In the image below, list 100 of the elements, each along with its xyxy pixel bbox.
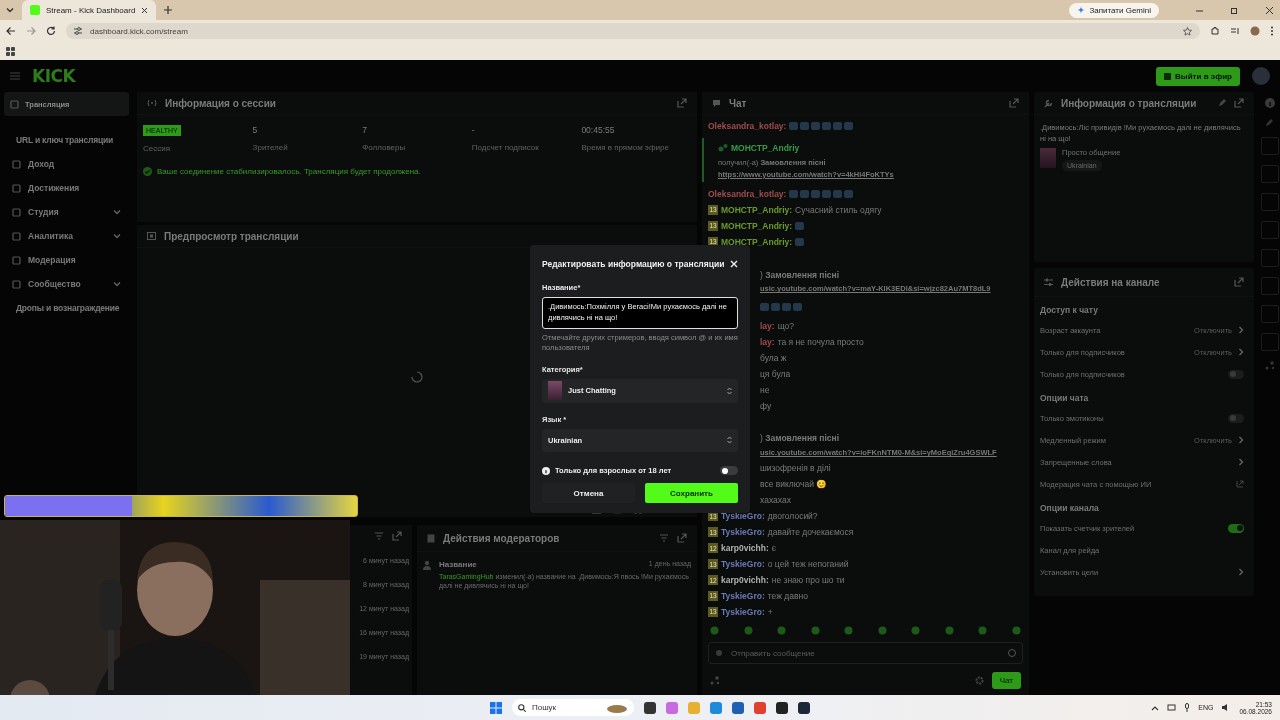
popout-icon[interactable] xyxy=(677,533,687,543)
chat-message: давайте дочекаємося xyxy=(767,527,854,538)
sliders-icon xyxy=(1044,277,1053,287)
emote-icon[interactable] xyxy=(810,626,820,635)
chevron-icon xyxy=(1238,348,1244,356)
popout-icon[interactable] xyxy=(1234,277,1244,287)
panel-title: Чат xyxy=(729,97,748,109)
emote-icon[interactable] xyxy=(1011,626,1021,635)
sidebar-item[interactable]: Доход xyxy=(4,152,129,176)
chat-username[interactable]: Oleksandra_kotlay: xyxy=(708,120,787,131)
close-icon[interactable] xyxy=(1265,5,1274,15)
filter-icon[interactable] xyxy=(659,533,669,543)
back-icon[interactable] xyxy=(6,26,16,36)
chevron-icon xyxy=(1238,326,1244,334)
chat-message: ) Замовлення пісні xyxy=(760,269,840,280)
star-icon[interactable] xyxy=(1183,26,1192,36)
cancel-button[interactable]: Отмена xyxy=(542,483,635,503)
toggle-switch[interactable] xyxy=(1228,523,1244,533)
stat-label: Зрителей xyxy=(252,143,289,152)
profile-icon[interactable] xyxy=(1250,26,1260,36)
close-icon[interactable] xyxy=(141,6,149,14)
stat-value: 00:45:55 xyxy=(581,125,616,135)
chat-message: не знаю про шо ти xyxy=(771,575,845,585)
toggle-switch[interactable] xyxy=(1228,413,1244,423)
popout-icon[interactable] xyxy=(677,98,687,108)
chat-username[interactable]: МОНСТР_Andriy xyxy=(731,142,800,153)
toggle-switch[interactable] xyxy=(1228,369,1244,379)
chat-username[interactable]: МОНСТР_Andriy: xyxy=(721,236,793,247)
chat-username[interactable]: МОНСТР_Andriy: xyxy=(721,220,793,231)
sidebar-item[interactable]: Сообщество xyxy=(4,272,129,296)
pencil-icon[interactable] xyxy=(1265,118,1274,127)
toggle-switch[interactable] xyxy=(720,466,738,475)
chat-message: Сучасний стиль одягу xyxy=(795,204,882,215)
start-icon[interactable] xyxy=(490,701,502,714)
save-button[interactable]: Сохранить xyxy=(645,483,738,503)
chat-username[interactable]: TyskieGro: xyxy=(721,590,765,601)
chat-username[interactable]: TyskieGro: xyxy=(721,606,765,617)
chat-username[interactable]: TyskieGro: xyxy=(721,559,765,570)
settings-icon[interactable] xyxy=(974,676,984,685)
network-icon[interactable] xyxy=(1167,703,1177,712)
logo[interactable]: KICK xyxy=(32,66,76,86)
chat-username[interactable]: TyskieGro: xyxy=(721,511,765,522)
chat-username[interactable]: lay: xyxy=(760,320,775,331)
emote-icon[interactable] xyxy=(944,626,954,635)
emote-icon[interactable] xyxy=(710,626,719,635)
address-bar[interactable]: dashboard.kick.com/stream xyxy=(66,23,1200,39)
microphone-icon[interactable] xyxy=(1184,703,1191,712)
popout-icon[interactable] xyxy=(1234,98,1244,108)
panel-title: Информация о трансляции xyxy=(1061,97,1198,109)
taskbar-app-icon[interactable] xyxy=(644,701,656,714)
apps-icon[interactable] xyxy=(6,46,15,56)
reward-icon xyxy=(718,142,728,153)
send-button[interactable]: Чат xyxy=(991,672,1021,689)
taskbar-app-icon[interactable] xyxy=(798,701,810,714)
forward-icon[interactable] xyxy=(26,26,36,36)
chat-username[interactable]: МОНСТР_Andriy: xyxy=(721,204,793,215)
dialog-title: Редактировать информацию о трансляции xyxy=(542,259,726,269)
media-icon[interactable] xyxy=(1230,26,1240,36)
new-tab-icon[interactable] xyxy=(164,6,173,14)
extensions-icon[interactable] xyxy=(1210,26,1220,36)
info-icon[interactable] xyxy=(1264,98,1275,108)
stat-value: - xyxy=(471,125,476,135)
avatar[interactable] xyxy=(1252,67,1270,85)
emote-icon[interactable] xyxy=(978,626,988,635)
chat-username[interactable]: TyskieGro: xyxy=(721,527,765,538)
emote-icon[interactable] xyxy=(777,626,787,635)
tab-list-icon[interactable] xyxy=(6,6,14,14)
pencil-icon[interactable] xyxy=(1218,99,1226,107)
sidebar-item[interactable]: Достижения xyxy=(4,176,129,200)
go-live-button[interactable]: Выйти в эфир xyxy=(1156,66,1240,86)
sidebar-item[interactable]: Аналитика xyxy=(4,224,129,248)
emote-icon[interactable] xyxy=(844,626,854,635)
taskbar-app-icon[interactable] xyxy=(776,701,788,714)
search-field[interactable]: Пошук xyxy=(512,699,634,716)
emoji-icon[interactable] xyxy=(1008,649,1016,657)
chat-username[interactable]: karp0vichh: xyxy=(721,575,769,585)
sidebar-item[interactable]: Модерация xyxy=(4,248,129,272)
emote-icon[interactable] xyxy=(743,626,753,635)
reload-icon[interactable] xyxy=(46,26,56,36)
emotes-drawing xyxy=(795,236,807,247)
gemini-button[interactable]: Запитати Gemini xyxy=(1069,2,1159,18)
chat-message: була ж xyxy=(760,352,787,363)
emotes-drawing xyxy=(760,302,804,313)
chat-username[interactable]: lay: xyxy=(760,336,775,347)
chat-username[interactable]: karp0vichh: xyxy=(721,543,769,554)
chat-username[interactable]: Oleksandra_kotlay: xyxy=(708,188,787,199)
filter-icon[interactable] xyxy=(374,531,384,541)
popout-icon[interactable] xyxy=(392,531,402,541)
nodes-icon[interactable] xyxy=(1264,361,1275,370)
browser-tab[interactable]: Stream - Kick Dashboard xyxy=(22,0,157,20)
restore-icon[interactable] xyxy=(1230,5,1239,15)
emote-icon[interactable] xyxy=(877,626,887,635)
menu-icon[interactable] xyxy=(1270,26,1274,36)
broadcast-icon xyxy=(1164,72,1172,80)
sidebar-item[interactable]: Дропы и вознаграждение xyxy=(4,296,129,320)
emote-icon[interactable] xyxy=(911,626,921,635)
chat-input[interactable]: Отправить сообщение xyxy=(708,642,1023,664)
popout-icon[interactable] xyxy=(1009,98,1019,108)
sidebar-item[interactable]: Студия xyxy=(4,200,129,224)
sidebar-item[interactable]: URL и ключ трансляции xyxy=(4,128,129,152)
